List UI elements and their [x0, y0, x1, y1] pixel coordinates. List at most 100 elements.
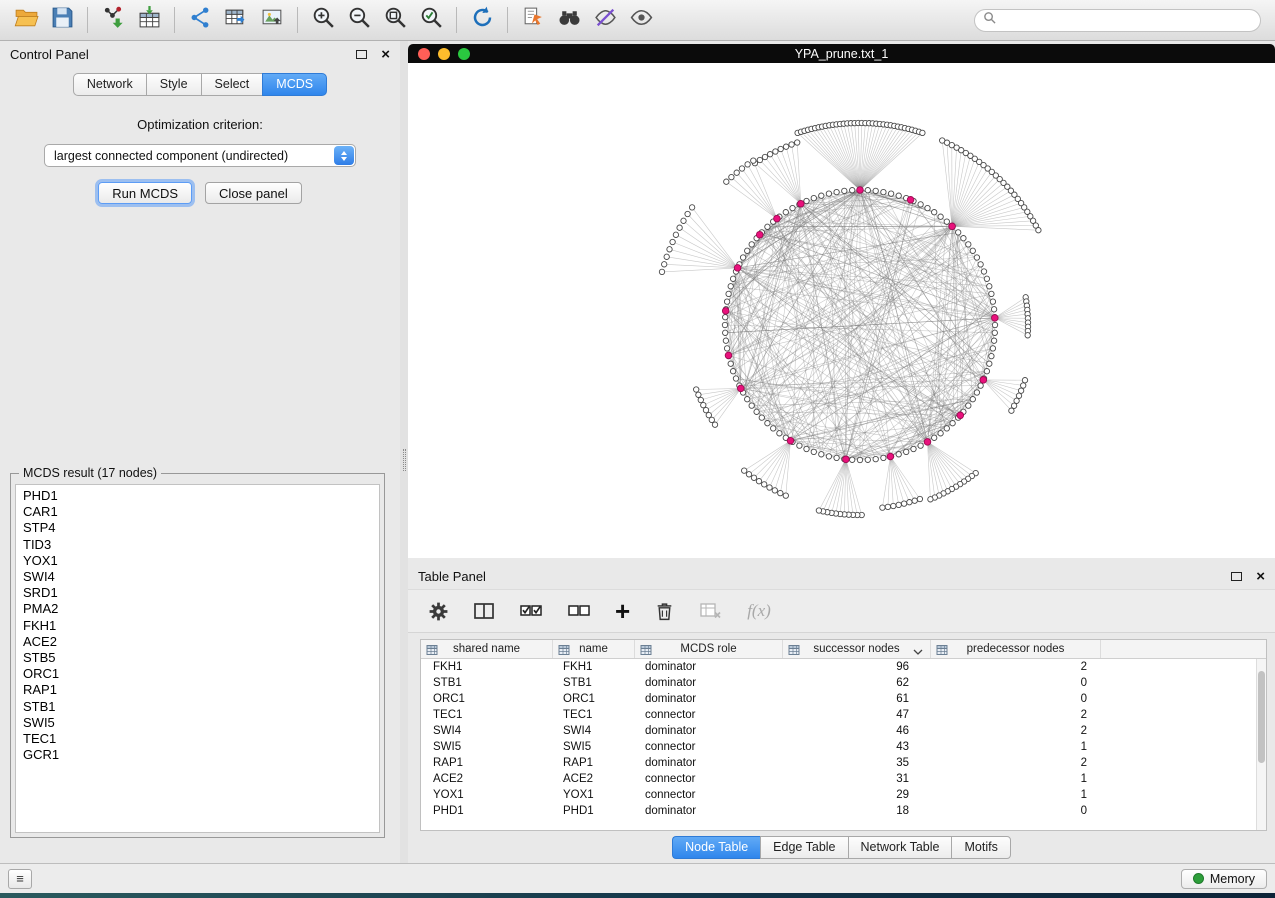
network-leaf-node[interactable] — [757, 157, 762, 162]
mcds-result-item[interactable]: PMA2 — [23, 601, 379, 617]
search-input[interactable] — [996, 13, 1260, 27]
mcds-result-item[interactable]: PHD1 — [23, 488, 379, 504]
network-node[interactable] — [992, 322, 997, 327]
mcds-result-item[interactable]: GCR1 — [23, 747, 379, 763]
export-image-button[interactable] — [254, 5, 290, 36]
network-leaf-node[interactable] — [783, 493, 788, 498]
network-leaf-node[interactable] — [739, 166, 744, 171]
table-row[interactable]: SWI4SWI4dominator462 — [421, 723, 1266, 739]
network-node[interactable] — [834, 189, 839, 194]
network-node[interactable] — [991, 338, 996, 343]
network-leaf-node[interactable] — [880, 505, 885, 510]
network-node[interactable] — [723, 338, 728, 343]
network-node[interactable] — [944, 426, 949, 431]
mcds-node[interactable] — [887, 453, 894, 460]
network-leaf-node[interactable] — [696, 392, 701, 397]
network-leaf-node[interactable] — [901, 501, 906, 506]
network-leaf-node[interactable] — [1025, 333, 1030, 338]
network-node[interactable] — [918, 443, 923, 448]
mcds-node[interactable] — [907, 197, 914, 204]
network-leaf-node[interactable] — [745, 162, 750, 167]
network-node[interactable] — [811, 195, 816, 200]
network-node[interactable] — [873, 188, 878, 193]
mcds-result-item[interactable]: ORC1 — [23, 666, 379, 682]
network-node[interactable] — [759, 415, 764, 420]
network-leaf-node[interactable] — [767, 485, 772, 490]
network-leaf-node[interactable] — [767, 152, 772, 157]
network-leaf-node[interactable] — [1009, 408, 1014, 413]
network-leaf-node[interactable] — [689, 205, 694, 210]
network-leaf-node[interactable] — [706, 412, 711, 417]
mcds-node[interactable] — [756, 231, 763, 238]
table-row[interactable]: SWI5SWI5connector431 — [421, 739, 1266, 755]
network-leaf-node[interactable] — [907, 500, 912, 505]
mcds-result-item[interactable]: SWI5 — [23, 715, 379, 731]
zoom-out-button[interactable] — [341, 5, 377, 36]
zoom-fit-button[interactable] — [377, 5, 413, 36]
network-node[interactable] — [961, 236, 966, 241]
network-node[interactable] — [989, 353, 994, 358]
network-leaf-node[interactable] — [685, 211, 690, 216]
network-node[interactable] — [865, 457, 870, 462]
network-leaf-node[interactable] — [917, 496, 922, 501]
network-leaf-node[interactable] — [677, 225, 682, 230]
network-leaf-node[interactable] — [712, 422, 717, 427]
network-node[interactable] — [992, 330, 997, 335]
mcds-node[interactable] — [924, 439, 931, 446]
network-node[interactable] — [765, 421, 770, 426]
tab-network-table[interactable]: Network Table — [848, 836, 952, 859]
network-node[interactable] — [723, 315, 728, 320]
network-leaf-node[interactable] — [891, 503, 896, 508]
table-row[interactable]: ACE2ACE2connector311 — [421, 771, 1266, 787]
network-node[interactable] — [771, 426, 776, 431]
mcds-result-item[interactable]: SRD1 — [23, 585, 379, 601]
table-row[interactable]: TEC1TEC1connector472 — [421, 707, 1266, 723]
network-leaf-node[interactable] — [1018, 388, 1023, 393]
network-leaf-node[interactable] — [724, 179, 729, 184]
network-leaf-node[interactable] — [703, 407, 708, 412]
table-scrollbar[interactable] — [1256, 659, 1266, 830]
network-leaf-node[interactable] — [742, 468, 747, 473]
table-row[interactable]: FKH1FKH1dominator962 — [421, 659, 1266, 675]
network-leaf-node[interactable] — [670, 239, 675, 244]
network-node[interactable] — [834, 455, 839, 460]
network-node[interactable] — [754, 409, 759, 414]
network-leaf-node[interactable] — [772, 488, 777, 493]
close-panel-button[interactable]: Close panel — [205, 182, 302, 204]
mcds-node[interactable] — [857, 187, 864, 194]
network-node[interactable] — [777, 431, 782, 436]
mcds-result-item[interactable]: TID3 — [23, 537, 379, 553]
network-leaf-node[interactable] — [773, 149, 778, 154]
column-header-mcds-role[interactable]: MCDS role — [635, 640, 783, 658]
network-node[interactable] — [749, 403, 754, 408]
network-node[interactable] — [904, 449, 909, 454]
close-panel-icon[interactable]: × — [381, 47, 390, 62]
show-graphics-button[interactable] — [623, 5, 659, 36]
network-leaf-node[interactable] — [778, 490, 783, 495]
network-node[interactable] — [970, 248, 975, 253]
network-leaf-node[interactable] — [756, 479, 761, 484]
network-leaf-node[interactable] — [920, 130, 925, 135]
network-node[interactable] — [974, 390, 979, 395]
table-row[interactable]: RAP1RAP1dominator352 — [421, 755, 1266, 771]
mcds-result-item[interactable]: TEC1 — [23, 731, 379, 747]
optimization-criterion-select[interactable]: largest connected component (undirected) — [44, 144, 356, 167]
network-node[interactable] — [730, 369, 735, 374]
network-node[interactable] — [804, 446, 809, 451]
network-leaf-node[interactable] — [701, 402, 706, 407]
column-header-name[interactable]: name — [553, 640, 635, 658]
apply-style-button[interactable] — [587, 5, 623, 36]
network-node[interactable] — [911, 446, 916, 451]
tab-motifs[interactable]: Motifs — [951, 836, 1010, 859]
network-node[interactable] — [987, 284, 992, 289]
network-node[interactable] — [978, 383, 983, 388]
network-leaf-node[interactable] — [912, 498, 917, 503]
mcds-result-item[interactable]: RAP1 — [23, 682, 379, 698]
network-leaf-node[interactable] — [729, 174, 734, 179]
network-leaf-node[interactable] — [896, 502, 901, 507]
network-leaf-node[interactable] — [762, 482, 767, 487]
network-node[interactable] — [783, 210, 788, 215]
float-window-icon[interactable] — [356, 50, 367, 59]
network-leaf-node[interactable] — [694, 387, 699, 392]
network-leaf-node[interactable] — [673, 232, 678, 237]
